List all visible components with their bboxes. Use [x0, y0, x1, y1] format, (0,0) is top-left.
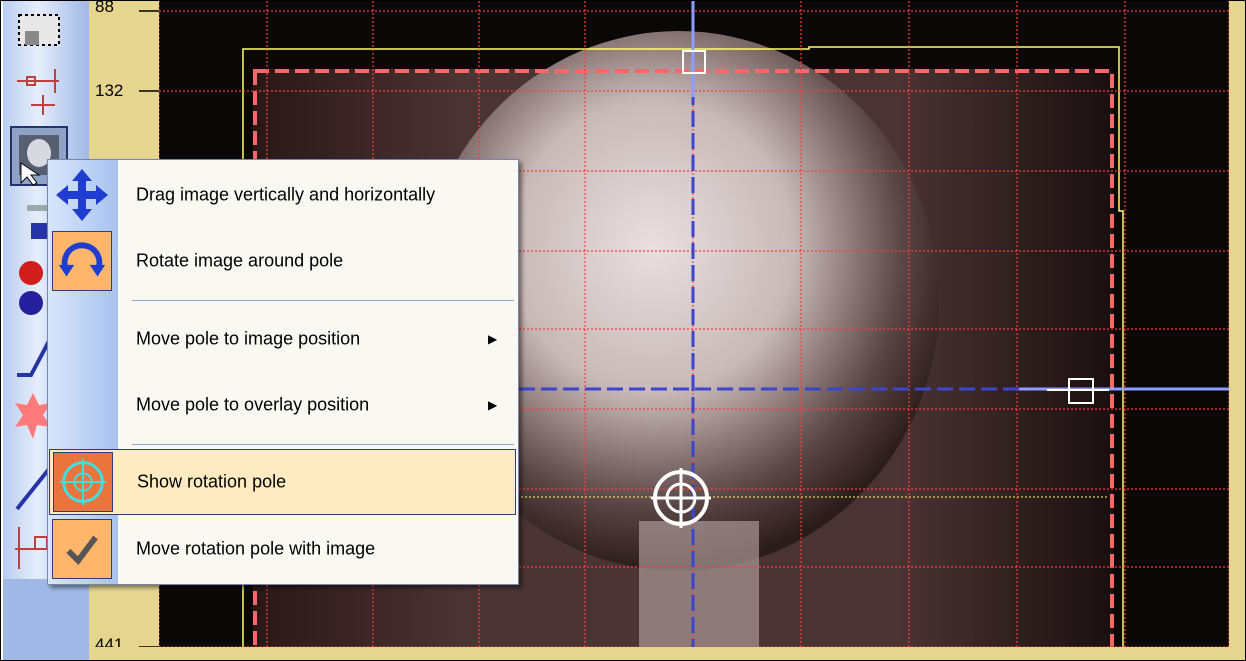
ruler-label-top: 88: [95, 0, 114, 16]
menu-label-move-pole-image: Move pole to image position: [136, 328, 361, 349]
checkmark-icon: [52, 519, 112, 579]
menu-label-move-pole-with-image: Move rotation pole with image: [136, 538, 376, 559]
move-arrows-icon: [56, 169, 108, 221]
menu-item-show-rotation-pole[interactable]: Show rotation pole: [49, 449, 516, 515]
bottom-ruler: [89, 647, 1245, 660]
menu-label-move-pole-overlay: Move pole to overlay position: [136, 394, 370, 415]
menu-separator: [132, 300, 514, 301]
crosshair-target-icon: [53, 452, 113, 512]
app-window: 88 132 441 Drag image vertically and hor…: [0, 0, 1246, 661]
color-balls-tool-icon[interactable]: [15, 259, 49, 319]
menu-label-drag-image: Drag image vertically and horizontally: [136, 184, 436, 205]
rotate-icon: [52, 231, 112, 291]
submenu-arrow-icon: ▶: [488, 398, 498, 412]
measure-points-tool-icon[interactable]: [15, 65, 65, 117]
ruler-label-upper: 132: [95, 81, 124, 100]
menu-separator: [132, 444, 514, 445]
menu-item-move-pole-overlay[interactable]: Move pole to overlay position ▶: [48, 372, 518, 438]
menu-label-rotate-image: Rotate image around pole: [136, 250, 344, 271]
scan-image-lower: [639, 521, 759, 647]
menu-item-rotate-image[interactable]: Rotate image around pole: [48, 228, 518, 294]
menu-label-show-rotation-pole: Show rotation pole: [137, 471, 287, 492]
menu-item-drag-image[interactable]: Drag image vertically and horizontally: [48, 162, 518, 228]
right-ruler: [1229, 1, 1245, 660]
menu-item-move-pole-image[interactable]: Move pole to image position ▶: [48, 306, 518, 372]
context-menu: Drag image vertically and horizontally R…: [47, 159, 519, 585]
select-region-tool-icon[interactable]: [15, 9, 65, 53]
menu-item-move-pole-with-image[interactable]: Move rotation pole with image: [48, 516, 518, 582]
tool-strip-footer: [3, 579, 89, 660]
submenu-arrow-icon: ▶: [488, 332, 498, 346]
